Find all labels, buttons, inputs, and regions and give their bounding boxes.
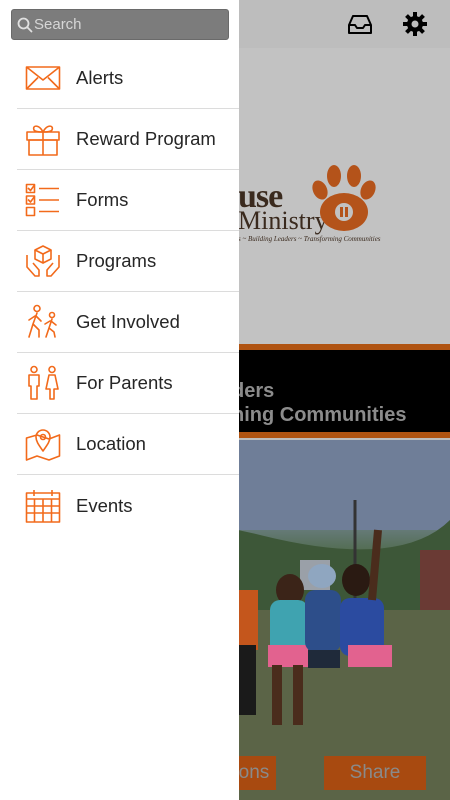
menu-item-location[interactable]: Location [17, 414, 239, 475]
menu-item-label: Location [76, 433, 146, 454]
menu-item-label: Reward Program [76, 128, 216, 149]
hands-box-icon [25, 243, 61, 279]
menu-item-label: For Parents [76, 372, 173, 393]
menu-item-reward-program[interactable]: Reward Program [17, 109, 239, 170]
menu-item-label: Events [76, 494, 133, 516]
walking-people-icon [25, 304, 61, 340]
menu-item-programs[interactable]: Programs [17, 231, 239, 292]
menu-item-label: Get Involved [76, 311, 180, 332]
navigation-drawer: Alerts Reward Program [0, 0, 239, 800]
drawer-menu: Alerts Reward Program Forms Programs Get… [17, 48, 239, 536]
search-icon [17, 17, 33, 33]
share-button[interactable]: Share [324, 756, 426, 790]
search-bar[interactable] [11, 9, 229, 40]
search-input[interactable] [34, 10, 224, 39]
menu-item-events[interactable]: Events [17, 475, 239, 536]
inbox-icon[interactable] [346, 10, 374, 38]
calendar-icon [25, 488, 61, 524]
menu-item-get-involved[interactable]: Get Involved [17, 292, 239, 353]
paw-logo-icon [312, 165, 376, 231]
parents-icon [25, 365, 61, 401]
checklist-icon [25, 182, 61, 218]
menu-item-label: Alerts [76, 67, 124, 88]
menu-item-label: Programs [76, 250, 157, 271]
map-pin-icon [25, 426, 61, 462]
logo-tagline: s ~ Building Leaders ~ Transforming Comm… [238, 235, 381, 243]
envelope-icon [25, 60, 61, 96]
menu-item-for-parents[interactable]: For Parents [17, 353, 239, 414]
banner-text-line-2: ning Communities [232, 404, 407, 426]
menu-item-alerts[interactable]: Alerts [17, 48, 239, 109]
gift-icon [25, 121, 61, 157]
menu-item-forms[interactable]: Forms [17, 170, 239, 231]
menu-item-label: Forms [76, 189, 129, 210]
settings-gear-icon[interactable] [401, 10, 429, 38]
